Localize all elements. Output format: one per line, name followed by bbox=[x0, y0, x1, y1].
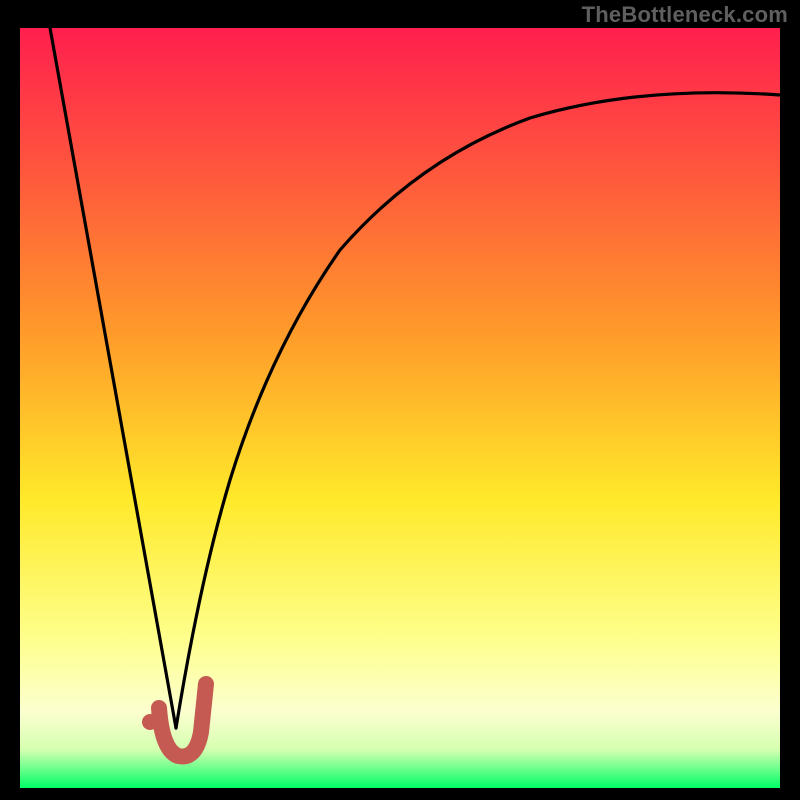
chart-stage: TheBottleneck.com bbox=[0, 0, 800, 800]
plot-background bbox=[20, 28, 780, 788]
highlight-j-dot bbox=[142, 714, 158, 730]
watermark-text: TheBottleneck.com bbox=[582, 2, 788, 28]
chart-svg bbox=[0, 0, 800, 800]
